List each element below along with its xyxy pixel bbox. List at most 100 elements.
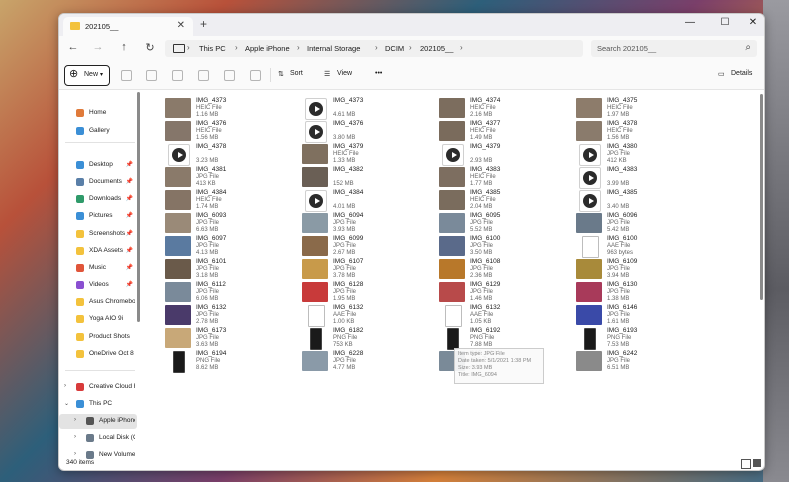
- copy-icon[interactable]: [146, 70, 157, 81]
- minimize-button[interactable]: —: [680, 17, 700, 28]
- sidebar-item-documents[interactable]: Documents 📌: [59, 175, 137, 190]
- file-item[interactable]: IMG_6112 JPG File 6.06 MB: [163, 280, 298, 304]
- up-button[interactable]: ↑: [117, 41, 131, 53]
- sidebar-scrollbar[interactable]: [137, 92, 140, 322]
- breadcrumb-apple-iphone[interactable]: Apple iPhone: [245, 44, 290, 53]
- sidebar-item-yoga-aio-9i[interactable]: Yoga AIO 9i: [59, 312, 137, 327]
- file-item[interactable]: IMG_4382 152 MB: [300, 165, 435, 189]
- rename-icon[interactable]: [198, 70, 209, 81]
- file-item[interactable]: IMG_4377 HEIC File 1.49 MB: [437, 119, 572, 143]
- file-item[interactable]: IMG_4384 4.01 MB: [300, 188, 435, 212]
- file-item[interactable]: IMG_6173 JPG File 3.63 MB: [163, 326, 298, 350]
- new-button[interactable]: ⊕ New ▾: [64, 65, 110, 86]
- file-item[interactable]: IMG_4378 HEIC File 1.56 MB: [574, 119, 709, 143]
- file-item[interactable]: IMG_4373 4.61 MB: [300, 96, 435, 120]
- share-icon[interactable]: [224, 70, 235, 81]
- sidebar-item-screenshots[interactable]: Screenshots 📌: [59, 227, 137, 242]
- chevron-down-icon[interactable]: ⌄: [64, 400, 69, 407]
- file-item[interactable]: IMG_6129 JPG File 1.46 MB: [437, 280, 572, 304]
- sidebar-item-xda-assets[interactable]: XDA Assets 📌: [59, 244, 137, 259]
- search-input[interactable]: Search 202105__ ⌕: [591, 40, 757, 57]
- content-scrollbar[interactable]: [760, 94, 763, 300]
- file-item[interactable]: IMG_4376 HEIC File 1.56 MB: [163, 119, 298, 143]
- file-item[interactable]: IMG_4379 2.93 MB: [437, 142, 572, 166]
- sidebar-item-desktop[interactable]: Desktop 📌: [59, 158, 137, 173]
- breadcrumb-this-pc[interactable]: This PC: [199, 44, 226, 53]
- file-item[interactable]: IMG_6146 JPG File 1.61 MB: [574, 303, 709, 327]
- file-item[interactable]: IMG_6100 AAE File 963 bytes: [574, 234, 709, 258]
- sidebar-item-onedrive-oct-8[interactable]: OneDrive Oct 8: [59, 347, 137, 362]
- more-options-button[interactable]: •••: [375, 70, 382, 77]
- sidebar-item-home[interactable]: Home: [59, 106, 137, 121]
- chevron-right-icon[interactable]: ›: [74, 417, 76, 423]
- sidebar-item-product-shots[interactable]: Product Shots: [59, 330, 137, 345]
- file-item[interactable]: IMG_4380 JPG File 412 KB: [574, 142, 709, 166]
- sidebar-item-downloads[interactable]: Downloads 📌: [59, 192, 137, 207]
- breadcrumb-internal-storage[interactable]: Internal Storage: [307, 44, 360, 53]
- tree-item-creative-cloud-f[interactable]: › Creative Cloud F: [59, 380, 137, 395]
- file-item[interactable]: IMG_4375 HEIC File 1.97 MB: [574, 96, 709, 120]
- chevron-right-icon[interactable]: ›: [74, 434, 76, 440]
- file-item[interactable]: IMG_6107 JPG File 3.78 MB: [300, 257, 435, 281]
- file-item[interactable]: IMG_6194 PNG File 8.62 MB: [163, 349, 298, 373]
- file-item[interactable]: IMG_4385 3.40 MB: [574, 188, 709, 212]
- tab-202105[interactable]: 202105__ ✕: [63, 17, 193, 36]
- file-item[interactable]: IMG_4381 JPG File 413 KB: [163, 165, 298, 189]
- file-item[interactable]: IMG_6096 JPG File 5.42 MB: [574, 211, 709, 235]
- file-item[interactable]: IMG_6132 AAE File 1.00 KB: [300, 303, 435, 327]
- breadcrumb-202105[interactable]: 202105__: [420, 44, 453, 53]
- file-item[interactable]: IMG_6095 JPG File 5.52 MB: [437, 211, 572, 235]
- file-item[interactable]: IMG_4373 HEIC File 1.16 MB: [163, 96, 298, 120]
- file-item[interactable]: IMG_6132 JPG File 2.78 MB: [163, 303, 298, 327]
- tab-close-icon[interactable]: ✕: [177, 20, 185, 31]
- cut-icon[interactable]: [121, 70, 132, 81]
- paste-icon[interactable]: [172, 70, 183, 81]
- file-item[interactable]: IMG_6109 JPG File 3.94 MB: [574, 257, 709, 281]
- sidebar-item-asus-chromebo[interactable]: Asus Chromebo: [59, 295, 137, 310]
- file-item[interactable]: IMG_4378 3.23 MB: [163, 142, 298, 166]
- file-item[interactable]: IMG_4383 HEIC File 1.77 MB: [437, 165, 572, 189]
- maximize-button[interactable]: ☐: [715, 17, 735, 28]
- refresh-button[interactable]: ↻: [143, 41, 157, 54]
- breadcrumb-dcim[interactable]: DCIM: [385, 44, 404, 53]
- file-item[interactable]: IMG_4376 3.80 MB: [300, 119, 435, 143]
- file-item[interactable]: IMG_6228 JPG File 4.77 MB: [300, 349, 435, 373]
- sidebar-item-music[interactable]: Music 📌: [59, 261, 137, 276]
- file-item[interactable]: IMG_6097 JPG File 4.13 MB: [163, 234, 298, 258]
- file-item[interactable]: IMG_6100 JPG File 3.50 MB: [437, 234, 572, 258]
- file-item[interactable]: IMG_6093 JPG File 6.63 MB: [163, 211, 298, 235]
- file-item[interactable]: IMG_6182 PNG File 753 KB: [300, 326, 435, 350]
- file-item[interactable]: IMG_4374 HEIC File 2.16 MB: [437, 96, 572, 120]
- sidebar-item-pictures[interactable]: Pictures 📌: [59, 209, 137, 224]
- file-item[interactable]: IMG_6192 PNG File 7.88 MB: [437, 326, 572, 350]
- file-item[interactable]: IMG_6101 JPG File 3.18 MB: [163, 257, 298, 281]
- chevron-right-icon[interactable]: ›: [64, 383, 66, 389]
- tree-item-this-pc[interactable]: ⌄ This PC: [59, 397, 137, 412]
- delete-icon[interactable]: [250, 70, 261, 81]
- chevron-right-icon[interactable]: ›: [74, 451, 76, 457]
- sidebar-item-gallery[interactable]: Gallery: [59, 124, 137, 139]
- address-bar[interactable]: › This PC › Apple iPhone › Internal Stor…: [165, 40, 583, 57]
- file-item[interactable]: IMG_6108 JPG File 2.36 MB: [437, 257, 572, 281]
- file-item[interactable]: IMG_6242 JPG File 6.51 MB: [574, 349, 709, 373]
- file-item[interactable]: IMG_4379 HEIC File 1.33 MB: [300, 142, 435, 166]
- file-item[interactable]: IMG_6193 PNG File 7.53 MB: [574, 326, 709, 350]
- view-button[interactable]: View: [337, 70, 352, 77]
- tree-item-local-disk-c[interactable]: › Local Disk (C:): [59, 431, 137, 446]
- file-item[interactable]: IMG_6130 JPG File 1.38 MB: [574, 280, 709, 304]
- file-item[interactable]: IMG_6099 JPG File 2.67 MB: [300, 234, 435, 258]
- file-item[interactable]: IMG_4384 HEIC File 1.74 MB: [163, 188, 298, 212]
- file-item[interactable]: IMG_6094 JPG File 3.93 MB: [300, 211, 435, 235]
- tiles-view-icon[interactable]: [753, 459, 761, 467]
- sidebar-item-videos[interactable]: Videos 📌: [59, 278, 137, 293]
- close-button[interactable]: ✕: [743, 17, 763, 28]
- file-item[interactable]: IMG_4383 3.99 MB: [574, 165, 709, 189]
- back-button[interactable]: ←: [66, 41, 80, 53]
- details-view-icon[interactable]: [741, 459, 751, 469]
- new-tab-button[interactable]: +: [200, 17, 207, 31]
- file-item[interactable]: IMG_6132 AAE File 1.05 KB: [437, 303, 572, 327]
- file-item[interactable]: IMG_4385 HEIC File 2.04 MB: [437, 188, 572, 212]
- file-item[interactable]: IMG_6128 JPG File 1.95 MB: [300, 280, 435, 304]
- tree-item-apple-iphone[interactable]: › Apple iPhone: [59, 414, 137, 429]
- details-button[interactable]: Details: [731, 70, 752, 77]
